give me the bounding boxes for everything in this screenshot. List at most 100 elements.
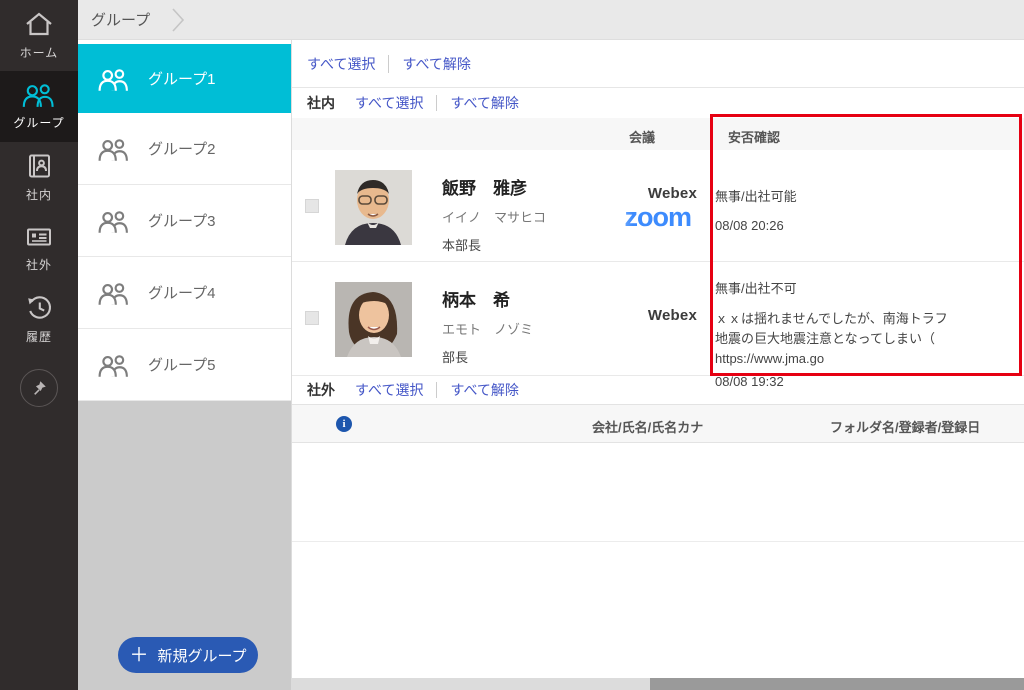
member-photo — [335, 170, 412, 245]
logo-fade-overlay — [575, 262, 633, 375]
internal-section-label: 社内 — [307, 93, 335, 113]
home-icon — [24, 11, 54, 37]
sidebar-item-internal[interactable]: 社内 — [0, 142, 78, 213]
main-panel: すべて選択 すべて解除 社内 すべて選択 すべて解除 会議 安否確認 — [292, 40, 1024, 690]
meeting-cell: Webex — [589, 262, 697, 375]
info-icon[interactable]: i — [336, 416, 352, 432]
group-item-label: グループ2 — [148, 138, 215, 159]
select-all-link[interactable]: すべて選択 — [307, 54, 375, 74]
member-title: 本部長 — [442, 235, 589, 254]
meeting-cell: Webex zoom — [589, 150, 697, 261]
webex-logo[interactable]: Webex — [648, 307, 697, 324]
plus-icon: ＋ — [129, 646, 148, 665]
group-icon — [96, 137, 132, 161]
member-name: 柄本 希 — [442, 286, 589, 311]
folder-column-header: フォルダ名/登録者/登録日 — [830, 417, 980, 436]
breadcrumb-bar: グループ — [78, 0, 1024, 40]
deselect-all-link[interactable]: すべて解除 — [402, 54, 470, 74]
group-item-3[interactable]: グループ3 — [78, 185, 291, 257]
group-icon — [96, 67, 132, 91]
safety-timestamp: 08/08 20:26 — [715, 218, 1024, 233]
new-group-button[interactable]: ＋ 新規グループ — [118, 637, 258, 673]
zoom-logo[interactable]: zoom — [625, 204, 692, 231]
sidebar-item-group[interactable]: グループ — [0, 71, 78, 142]
toolbar-divider — [388, 55, 389, 73]
group-icon — [96, 353, 132, 377]
history-clock-icon — [26, 295, 53, 321]
internal-table-header: 会議 安否確認 — [292, 118, 1024, 150]
safety-message-line: 地震の巨大地震注意となってしまい（ — [715, 329, 985, 349]
group-item-4[interactable]: グループ4 — [78, 257, 291, 329]
internal-section-header: 社内 すべて選択 すべて解除 — [292, 88, 1024, 118]
pin-button-wrap — [0, 369, 78, 407]
external-table-header: i 会社/氏名/氏名カナ フォルダ名/登録者/登録日 — [292, 404, 1024, 443]
checkbox-cell — [292, 262, 335, 375]
group-icon — [20, 82, 58, 107]
name-cell: 柄本 希 エモト ノゾミ 部長 — [442, 262, 589, 375]
pin-icon — [30, 379, 48, 397]
safety-message: ｘｘは揺れませんでしたが、南海トラフ 地震の巨大地震注意となってしまい（ htt… — [715, 309, 985, 369]
sidebar-item-label: グループ — [13, 114, 64, 131]
member-row-emoto: 柄本 希 エモト ノゾミ 部長 Webex 無事/出社不可 ｘｘは揺れませんでし… — [292, 262, 1024, 376]
company-column-header: 会社/氏名/氏名カナ — [592, 417, 703, 436]
new-group-button-label: 新規グループ — [157, 645, 246, 666]
address-book-icon — [26, 153, 52, 179]
photo-cell — [335, 262, 442, 375]
member-title: 部長 — [442, 347, 589, 366]
external-toolbar-divider — [436, 382, 437, 398]
group-item-label: グループ5 — [148, 354, 215, 375]
member-checkbox[interactable] — [305, 199, 319, 213]
content-row: グループ1 グループ2 グループ3 — [78, 40, 1024, 690]
sidebar-item-home[interactable]: ホーム — [0, 0, 78, 71]
external-deselect-all-link[interactable]: すべて解除 — [450, 380, 518, 400]
group-item-5[interactable]: グループ5 — [78, 329, 291, 401]
external-select-all-link[interactable]: すべて選択 — [355, 380, 423, 400]
group-icon — [96, 209, 132, 233]
safety-timestamp: 08/08 19:32 — [715, 374, 1024, 389]
name-cell: 飯野 雅彦 イイノ マサヒコ 本部長 — [442, 150, 589, 261]
internal-deselect-all-link[interactable]: すべて解除 — [450, 93, 518, 113]
member-photo — [335, 282, 412, 357]
internal-toolbar-divider — [436, 95, 437, 111]
group-list: グループ1 グループ2 グループ3 — [78, 40, 292, 690]
group-item-2[interactable]: グループ2 — [78, 113, 291, 185]
group-item-label: グループ3 — [148, 210, 215, 231]
horizontal-scrollbar — [292, 678, 1024, 690]
right-wrap: グループ グループ1 — [78, 0, 1024, 690]
member-name: 飯野 雅彦 — [442, 174, 589, 199]
webex-logo[interactable]: Webex — [648, 185, 697, 202]
sidebar-item-history[interactable]: 履歴 — [0, 284, 78, 355]
photo-cell — [335, 150, 442, 261]
safety-cell: 無事/出社可能 08/08 20:26 — [697, 150, 1024, 261]
member-checkbox[interactable] — [305, 311, 319, 325]
global-select-toolbar: すべて選択 すべて解除 — [292, 40, 1024, 88]
group-icon — [96, 281, 132, 305]
sidebar-item-label: 社内 — [26, 186, 52, 203]
logo-fade-overlay — [575, 150, 633, 261]
sidebar-item-label: 社外 — [26, 256, 52, 273]
safety-status: 無事/出社不可 — [715, 278, 1024, 297]
internal-select-all-link[interactable]: すべて選択 — [355, 93, 423, 113]
sidebar-item-label: 履歴 — [26, 328, 52, 345]
safety-column-header: 安否確認 — [728, 127, 780, 146]
external-section-label: 社外 — [307, 380, 335, 400]
checkbox-cell — [292, 150, 335, 261]
main-sidebar: ホーム グループ 社内 社外 — [0, 0, 78, 690]
breadcrumb[interactable]: グループ — [91, 9, 150, 30]
breadcrumb-chevron-icon — [172, 7, 185, 33]
safety-message-line: ｘｘは揺れませんでしたが、南海トラフ — [715, 309, 985, 329]
business-card-icon — [25, 225, 53, 249]
meeting-column-header: 会議 — [629, 127, 655, 146]
group-item-label: グループ1 — [148, 68, 215, 89]
group-item-1[interactable]: グループ1 — [78, 44, 291, 113]
safety-cell: 無事/出社不可 ｘｘは揺れませんでしたが、南海トラフ 地震の巨大地震注意となって… — [697, 262, 1024, 375]
pin-button[interactable] — [20, 369, 58, 407]
member-kana: エモト ノゾミ — [442, 319, 589, 338]
horizontal-scrollbar-thumb[interactable] — [650, 678, 1024, 690]
member-kana: イイノ マサヒコ — [442, 207, 589, 226]
sidebar-item-external[interactable]: 社外 — [0, 213, 78, 284]
app-window: ホーム グループ 社内 社外 — [0, 0, 1024, 690]
safety-status: 無事/出社可能 — [715, 186, 1024, 205]
safety-message-line: https://www.jma.go — [715, 349, 985, 369]
sidebar-item-label: ホーム — [20, 44, 59, 61]
